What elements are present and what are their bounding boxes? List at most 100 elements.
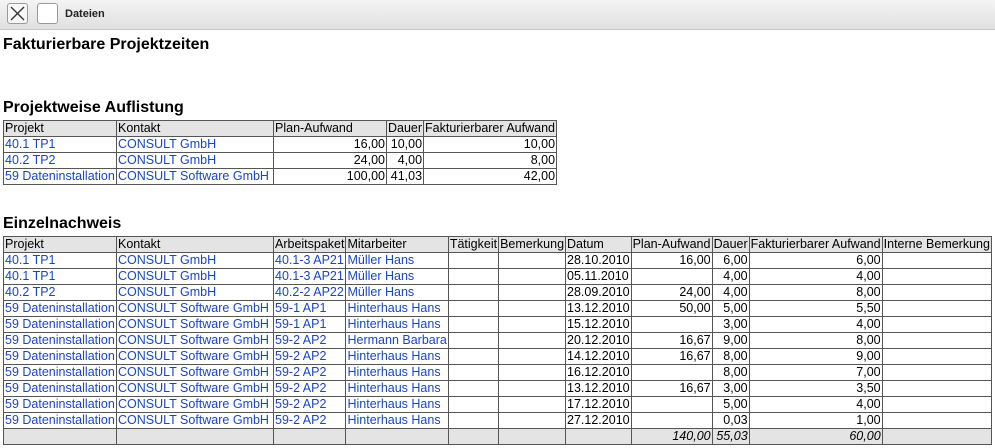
cell-link-kontakt[interactable]: CONSULT Software GmbH	[116, 300, 274, 317]
cell-link-arbeitspaket[interactable]: 59-2 AP2	[272, 396, 347, 413]
cell-link-kontakt[interactable]: CONSULT Software GmbH	[116, 168, 274, 185]
cell-link-kontakt[interactable]: CONSULT Software GmbH	[116, 412, 274, 429]
column-header-mitarbeiter: Mitarbeiter	[345, 236, 449, 253]
cell-bemerkung	[498, 284, 567, 301]
cell-link-projekt[interactable]: 59 Dateninstallation	[3, 380, 117, 397]
column-header-projekt: Projekt	[3, 236, 117, 253]
cell-interne-bemerkung	[881, 268, 992, 285]
cell-dauer: 4,00	[385, 152, 425, 169]
cell-link-mitarbeiter[interactable]: Hinterhaus Hans	[345, 396, 449, 413]
cell-datum: 20.12.2010	[565, 332, 632, 349]
cell-fakturierbarer-aufwand: 3,50	[748, 380, 883, 397]
cell-plan-aufwand	[630, 316, 713, 333]
cell-link-projekt[interactable]: 40.1 TP1	[3, 268, 117, 285]
cell-link-arbeitspaket[interactable]: 59-2 AP2	[272, 364, 347, 381]
cell-link-projekt[interactable]: 40.1 TP1	[3, 136, 117, 153]
table-header-row: Projekt Kontakt Arbeitspaket Mitarbeiter Tät…	[3, 236, 992, 253]
cell-link-arbeitspaket[interactable]: 40.1-3 AP21	[272, 252, 347, 269]
cell-t-tigkeit	[447, 284, 500, 301]
column-header-datum: Datum	[565, 236, 632, 253]
cell-interne-bemerkung	[881, 380, 992, 397]
cell-link-kontakt[interactable]: CONSULT Software GmbH	[116, 332, 274, 349]
cell-link-mitarbeiter[interactable]: Hinterhaus Hans	[345, 300, 449, 317]
cell-datum: 16.12.2010	[565, 364, 632, 381]
column-header-kontakt: Kontakt	[116, 120, 274, 137]
cell-link-arbeitspaket[interactable]: 59-2 AP2	[272, 412, 347, 429]
column-header-fakturierbarer-aufwand: Fakturierbarer Aufwand	[748, 236, 883, 253]
cell-link-projekt[interactable]: 59 Dateninstallation	[3, 412, 117, 429]
blank-button[interactable]	[37, 3, 58, 24]
cell-bemerkung	[498, 332, 567, 349]
cell-interne-bemerkung	[881, 316, 992, 333]
cell-link-mitarbeiter[interactable]: Hinterhaus Hans	[345, 364, 449, 381]
cell-link-mitarbeiter[interactable]: Hinterhaus Hans	[345, 348, 449, 365]
cell-link-mitarbeiter[interactable]: Hinterhaus Hans	[345, 380, 449, 397]
table-row: 40.2 TP2 CONSULT GmbH 40.2-2 AP22 Müller Ha…	[3, 284, 992, 301]
cell-link-mitarbeiter[interactable]: Müller Hans	[345, 268, 449, 285]
cell-link-projekt[interactable]: 40.2 TP2	[3, 152, 117, 169]
cell-dauer: 0,03	[711, 412, 750, 429]
cell-link-arbeitspaket[interactable]: 40.1-3 AP21	[272, 268, 347, 285]
cell-fakturierbarer-aufwand: 9,00	[748, 348, 883, 365]
cell-link-arbeitspaket[interactable]: 59-1 AP1	[272, 316, 347, 333]
files-tab-title[interactable]: Dateien	[65, 8, 105, 20]
cell-link-arbeitspaket[interactable]: 59-2 AP2	[272, 332, 347, 349]
cell-fakturierbarer-aufwand: 4,00	[748, 396, 883, 413]
cell-dauer: 9,00	[711, 332, 750, 349]
table-row: 59 Dateninstallation CONSULT Software Gmb…	[3, 168, 558, 185]
column-header-interne-bemerkung: Interne Bemerkung	[881, 236, 992, 253]
cell-plan-aufwand: 50,00	[630, 300, 713, 317]
cell-plan-aufwand	[630, 268, 713, 285]
total-cell	[3, 428, 117, 445]
page-title: Fakturierbare Projektzeiten	[3, 36, 210, 53]
cell-link-kontakt[interactable]: CONSULT Software GmbH	[116, 316, 274, 333]
column-header-dauer: Dauer	[385, 120, 425, 137]
cell-link-projekt[interactable]: 40.2 TP2	[3, 284, 117, 301]
cell-plan-aufwand: 16,67	[630, 348, 713, 365]
cell-link-projekt[interactable]: 59 Dateninstallation	[3, 396, 117, 413]
cell-link-kontakt[interactable]: CONSULT Software GmbH	[116, 396, 274, 413]
column-header-plan-aufwand: Plan-Aufwand	[273, 120, 387, 137]
cell-link-arbeitspaket[interactable]: 59-2 AP2	[272, 380, 347, 397]
projects-table: Projekt Kontakt Plan-Aufwand Dauer Fakturier…	[3, 120, 558, 185]
cell-link-kontakt[interactable]: CONSULT GmbH	[116, 252, 274, 269]
cell-link-mitarbeiter[interactable]: Hermann Barbara	[345, 332, 449, 349]
cell-link-mitarbeiter[interactable]: Müller Hans	[345, 284, 449, 301]
cell-link-projekt[interactable]: 59 Dateninstallation	[3, 332, 117, 349]
cell-link-kontakt[interactable]: CONSULT GmbH	[116, 268, 274, 285]
cell-datum: 28.09.2010	[565, 284, 632, 301]
cell-bemerkung	[498, 364, 567, 381]
cell-link-projekt[interactable]: 59 Dateninstallation	[3, 316, 117, 333]
cell-link-projekt[interactable]: 59 Dateninstallation	[3, 348, 117, 365]
cell-t-tigkeit	[447, 316, 500, 333]
cell-link-kontakt[interactable]: CONSULT Software GmbH	[116, 380, 274, 397]
cell-link-projekt[interactable]: 59 Dateninstallation	[3, 168, 117, 185]
cell-interne-bemerkung	[881, 364, 992, 381]
cell-plan-aufwand: 16,00	[630, 252, 713, 269]
cell-fakturierbarer-aufwand: 5,50	[748, 300, 883, 317]
cell-link-projekt[interactable]: 40.1 TP1	[3, 252, 117, 269]
cell-link-arbeitspaket[interactable]: 59-2 AP2	[272, 348, 347, 365]
toolbar: Dateien	[0, 0, 995, 30]
cell-link-arbeitspaket[interactable]: 59-1 AP1	[272, 300, 347, 317]
cell-link-arbeitspaket[interactable]: 40.2-2 AP22	[272, 284, 347, 301]
cell-link-kontakt[interactable]: CONSULT GmbH	[116, 136, 274, 153]
cell-link-mitarbeiter[interactable]: Hinterhaus Hans	[345, 316, 449, 333]
cell-link-mitarbeiter[interactable]: Müller Hans	[345, 252, 449, 269]
cell-link-kontakt[interactable]: CONSULT GmbH	[116, 152, 274, 169]
cell-interne-bemerkung	[881, 348, 992, 365]
column-header-plan-aufwand: Plan-Aufwand	[630, 236, 713, 253]
cell-link-kontakt[interactable]: CONSULT Software GmbH	[116, 348, 274, 365]
cell-t-tigkeit	[447, 364, 500, 381]
cell-bemerkung	[498, 268, 567, 285]
table-header-row: Projekt Kontakt Plan-Aufwand Dauer Fakturier…	[3, 120, 558, 137]
close-button[interactable]	[7, 3, 28, 24]
cell-link-kontakt[interactable]: CONSULT Software GmbH	[116, 364, 274, 381]
cell-link-kontakt[interactable]: CONSULT GmbH	[116, 284, 274, 301]
cell-link-projekt[interactable]: 59 Dateninstallation	[3, 300, 117, 317]
cell-fakturierbarer-aufwand: 4,00	[748, 316, 883, 333]
column-header-bemerkung: Bemerkung	[498, 236, 567, 253]
cell-link-mitarbeiter[interactable]: Hinterhaus Hans	[345, 412, 449, 429]
cell-link-projekt[interactable]: 59 Dateninstallation	[3, 364, 117, 381]
cell-dauer: 41,03	[385, 168, 425, 185]
